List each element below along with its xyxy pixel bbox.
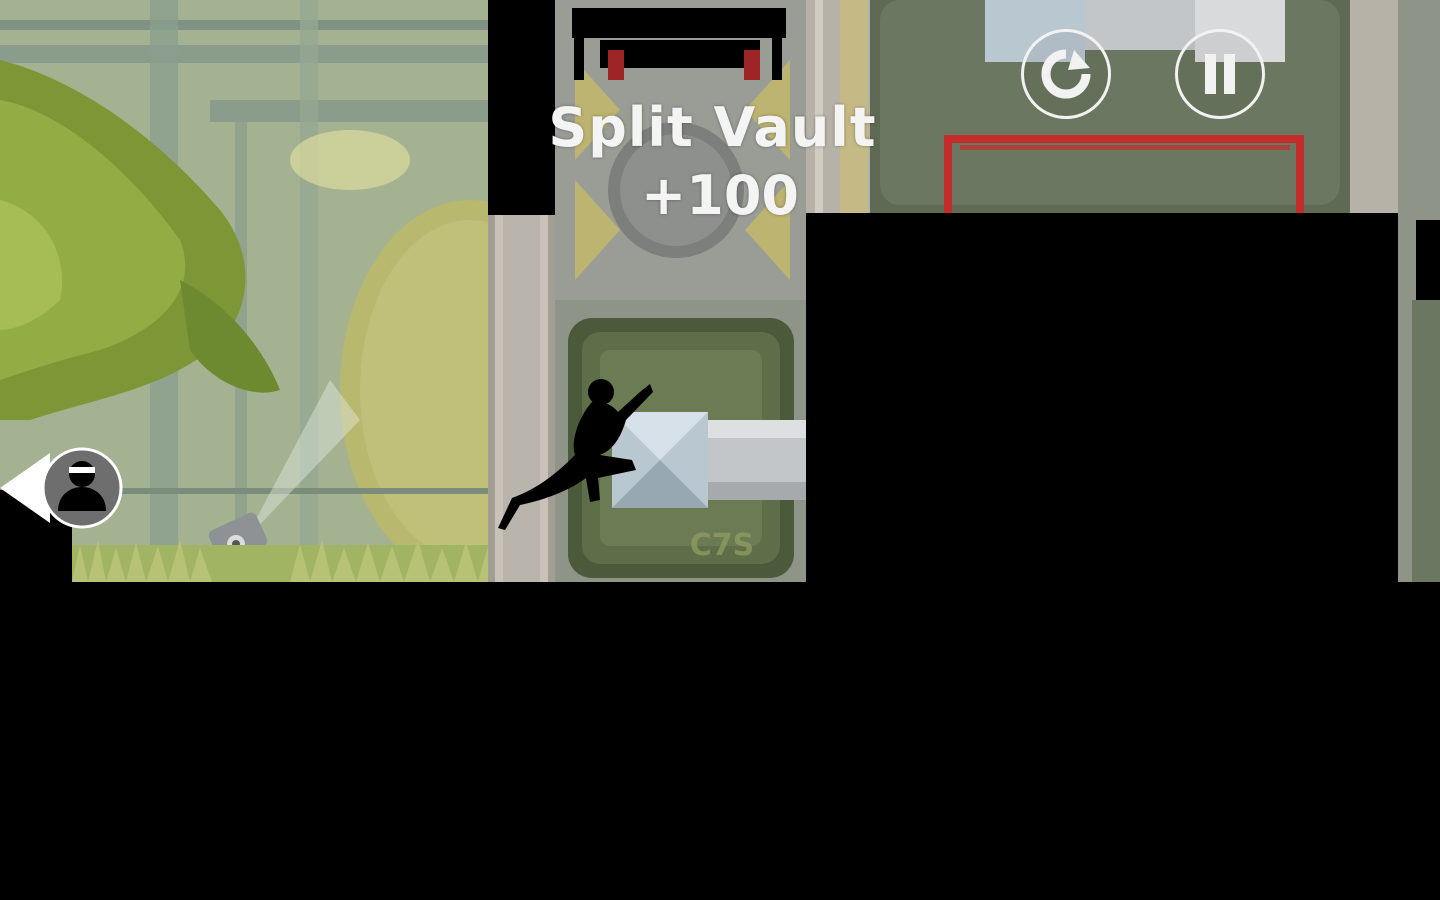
trick-score-text: +100: [641, 164, 799, 227]
restart-icon: [1041, 49, 1091, 99]
restart-button[interactable]: [1021, 29, 1111, 119]
chaser-indicator: [0, 447, 123, 529]
svg-text:C7S: C7S: [690, 528, 755, 563]
trick-name-text: Split Vault: [548, 96, 877, 159]
pause-icon: [1205, 54, 1235, 94]
pause-button[interactable]: [1175, 29, 1265, 119]
